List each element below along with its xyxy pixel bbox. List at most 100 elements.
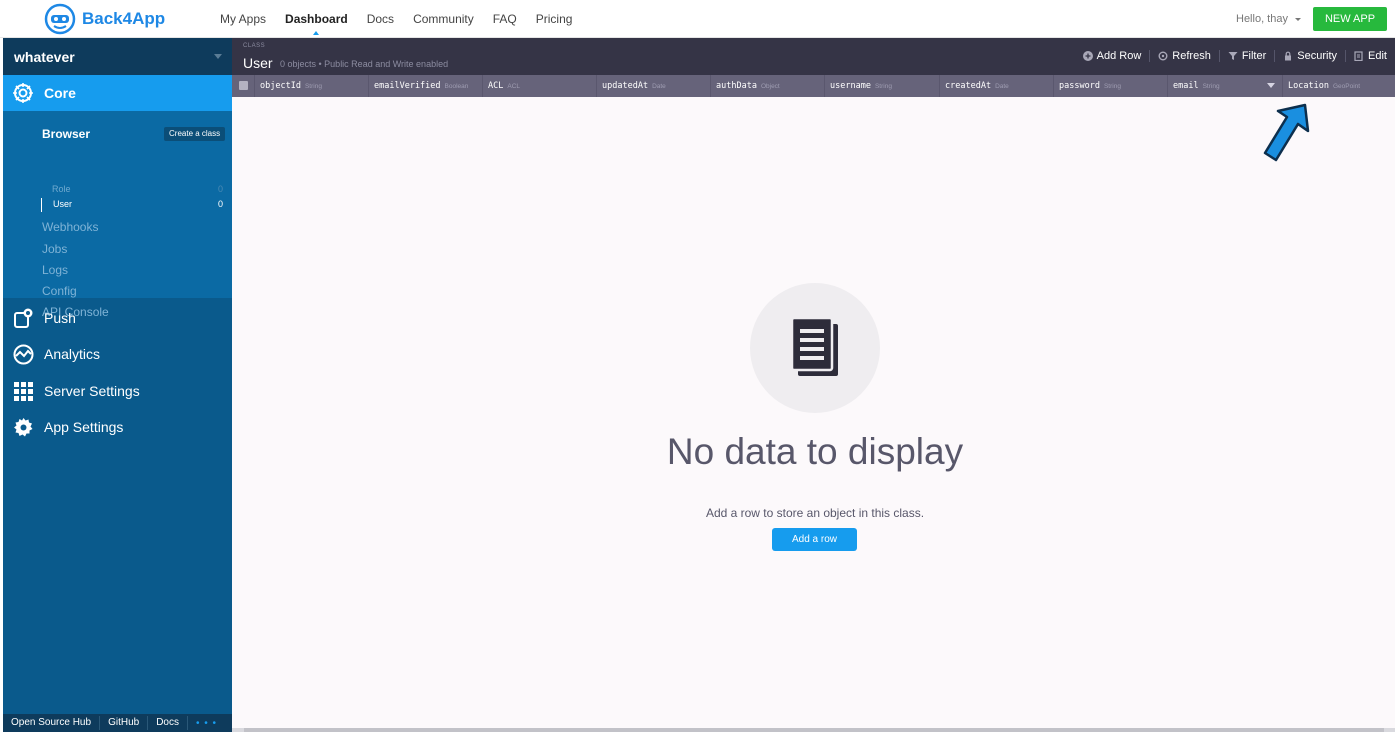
- create-class-button[interactable]: Create a class: [164, 127, 226, 141]
- column-name: objectId: [260, 81, 301, 91]
- column-name: emailVerified: [374, 81, 441, 91]
- empty-state-badge: [750, 283, 880, 413]
- class-name: User: [53, 199, 73, 209]
- user-greeting: Hello, thay: [1236, 13, 1288, 25]
- caret-down-icon: [1294, 17, 1301, 21]
- class-name: Role: [52, 184, 71, 194]
- column-type: Boolean: [444, 83, 469, 90]
- sidebar-item-jobs[interactable]: Jobs: [42, 242, 67, 256]
- push-label: Push: [44, 310, 76, 326]
- class-item-user[interactable]: User 0: [41, 198, 223, 212]
- column-name: authData: [716, 81, 757, 91]
- sidebar-item-server-settings[interactable]: Server Settings: [13, 380, 140, 402]
- column-header-username[interactable]: username String: [824, 75, 939, 97]
- sidebar-footer: Open Source Hub GitHub Docs • • •: [3, 714, 232, 732]
- server-settings-label: Server Settings: [44, 383, 140, 399]
- filter-button[interactable]: Filter: [1228, 50, 1266, 62]
- data-grid-header: objectId String emailVerified Boolean ACL A…: [232, 75, 1395, 97]
- sidebar-item-analytics[interactable]: Analytics: [13, 343, 100, 365]
- nav-dashboard[interactable]: Dashboard: [285, 0, 348, 38]
- column-header-createdat[interactable]: createdAt Date: [939, 75, 1053, 97]
- gear-icon: [14, 417, 33, 436]
- plus-circle-icon: [1082, 51, 1093, 61]
- add-row-toolbar-button[interactable]: Add Row: [1082, 50, 1142, 62]
- class-toolbar: CLASS User 0 objects • Public Read and W…: [232, 38, 1395, 75]
- toolbar-actions: Add Row Refresh Filter Security Edit: [1082, 50, 1387, 62]
- column-header-acl[interactable]: ACL ACL: [482, 75, 596, 97]
- class-title: User: [243, 55, 273, 71]
- column-type: String: [304, 83, 322, 90]
- filter-icon: [1228, 52, 1238, 60]
- refresh-label: Refresh: [1172, 50, 1211, 62]
- column-type: Date: [652, 83, 666, 90]
- empty-state-title: No data to display: [666, 431, 964, 472]
- refresh-button[interactable]: Refresh: [1158, 50, 1211, 62]
- column-header-updatedat[interactable]: updatedAt Date: [596, 75, 710, 97]
- security-button[interactable]: Security: [1283, 50, 1337, 62]
- nav-community[interactable]: Community: [413, 0, 474, 38]
- push-notification-icon: [14, 308, 33, 328]
- footer-docs-link[interactable]: Docs: [148, 716, 188, 730]
- toolbar-divider: [1345, 50, 1347, 62]
- security-label: Security: [1297, 50, 1338, 62]
- footer-github-link[interactable]: GitHub: [100, 716, 149, 730]
- brand-name: Back4App: [82, 9, 166, 28]
- toolbar-divider: [1218, 50, 1220, 62]
- column-dropdown-icon[interactable]: [1267, 83, 1275, 88]
- horizontal-scrollbar[interactable]: [232, 728, 1395, 732]
- footer-open-source-hub-link[interactable]: Open Source Hub: [3, 716, 101, 730]
- core-section: Core Browser Create a class Role 0 User …: [3, 75, 232, 319]
- sidebar-item-app-settings[interactable]: App Settings: [13, 416, 123, 438]
- edit-icon: [1354, 51, 1363, 61]
- column-type: Object: [760, 83, 780, 90]
- back4app-logo-icon: [44, 3, 76, 35]
- edit-label: Edit: [1368, 50, 1387, 62]
- sidebar-item-logs[interactable]: Logs: [42, 263, 68, 277]
- column-type: Date: [995, 83, 1009, 90]
- add-row-button[interactable]: Add a row: [772, 528, 857, 551]
- class-caption: CLASS: [243, 43, 266, 49]
- refresh-icon: [1158, 51, 1168, 61]
- column-name: Location: [1288, 81, 1329, 91]
- core-gear-icon: [13, 83, 33, 103]
- edit-button[interactable]: Edit: [1354, 50, 1387, 62]
- column-header-objectid[interactable]: objectId String: [254, 75, 368, 97]
- column-header-location[interactable]: Location GeoPoint: [1282, 75, 1395, 97]
- app-settings-label: App Settings: [44, 419, 124, 435]
- sidebar-item-webhooks[interactable]: Webhooks: [42, 220, 98, 234]
- column-header-emailverified[interactable]: emailVerified Boolean: [368, 75, 482, 97]
- column-name: username: [830, 81, 871, 91]
- column-name: updatedAt: [602, 81, 649, 91]
- nav-docs[interactable]: Docs: [367, 0, 394, 38]
- add-row-label: Add Row: [1096, 50, 1142, 62]
- column-type: GeoPoint: [1332, 83, 1361, 90]
- lock-icon: [1285, 51, 1292, 61]
- sidebar-item-push[interactable]: Push: [13, 307, 76, 329]
- sidebar-item-browser[interactable]: Browser: [42, 127, 90, 141]
- user-menu[interactable]: Hello, thay: [1236, 0, 1301, 38]
- column-header-email[interactable]: email String: [1167, 75, 1267, 97]
- select-all-checkbox[interactable]: [239, 81, 248, 90]
- sidebar-item-core[interactable]: Core: [3, 75, 232, 111]
- column-type: String: [1202, 83, 1220, 90]
- class-item-role[interactable]: Role 0: [41, 183, 223, 197]
- nav-faq[interactable]: FAQ: [493, 0, 517, 38]
- column-name: createdAt: [945, 81, 992, 91]
- class-subtitle: 0 objects • Public Read and Write enable…: [280, 59, 449, 69]
- pointer-arrow-icon: [1263, 103, 1310, 162]
- core-label: Core: [44, 85, 76, 101]
- column-header-password[interactable]: password String: [1053, 75, 1167, 97]
- nav-my-apps[interactable]: My Apps: [220, 0, 266, 38]
- column-header-authdata[interactable]: authData Object: [710, 75, 824, 97]
- filter-label: Filter: [1241, 50, 1267, 62]
- sidebar-item-config[interactable]: Config: [42, 284, 77, 298]
- new-app-button[interactable]: NEW APP: [1313, 7, 1387, 31]
- app-name: whatever: [14, 49, 75, 65]
- toolbar-divider: [1274, 50, 1276, 62]
- brand[interactable]: Back4App: [44, 3, 165, 35]
- scrollbar-thumb[interactable]: [244, 728, 1384, 732]
- more-dots-icon[interactable]: • • •: [188, 718, 217, 729]
- app-selector[interactable]: whatever: [3, 38, 232, 75]
- nav-pricing[interactable]: Pricing: [536, 0, 573, 38]
- main-nav: My Apps Dashboard Docs Community FAQ Pri…: [220, 0, 591, 38]
